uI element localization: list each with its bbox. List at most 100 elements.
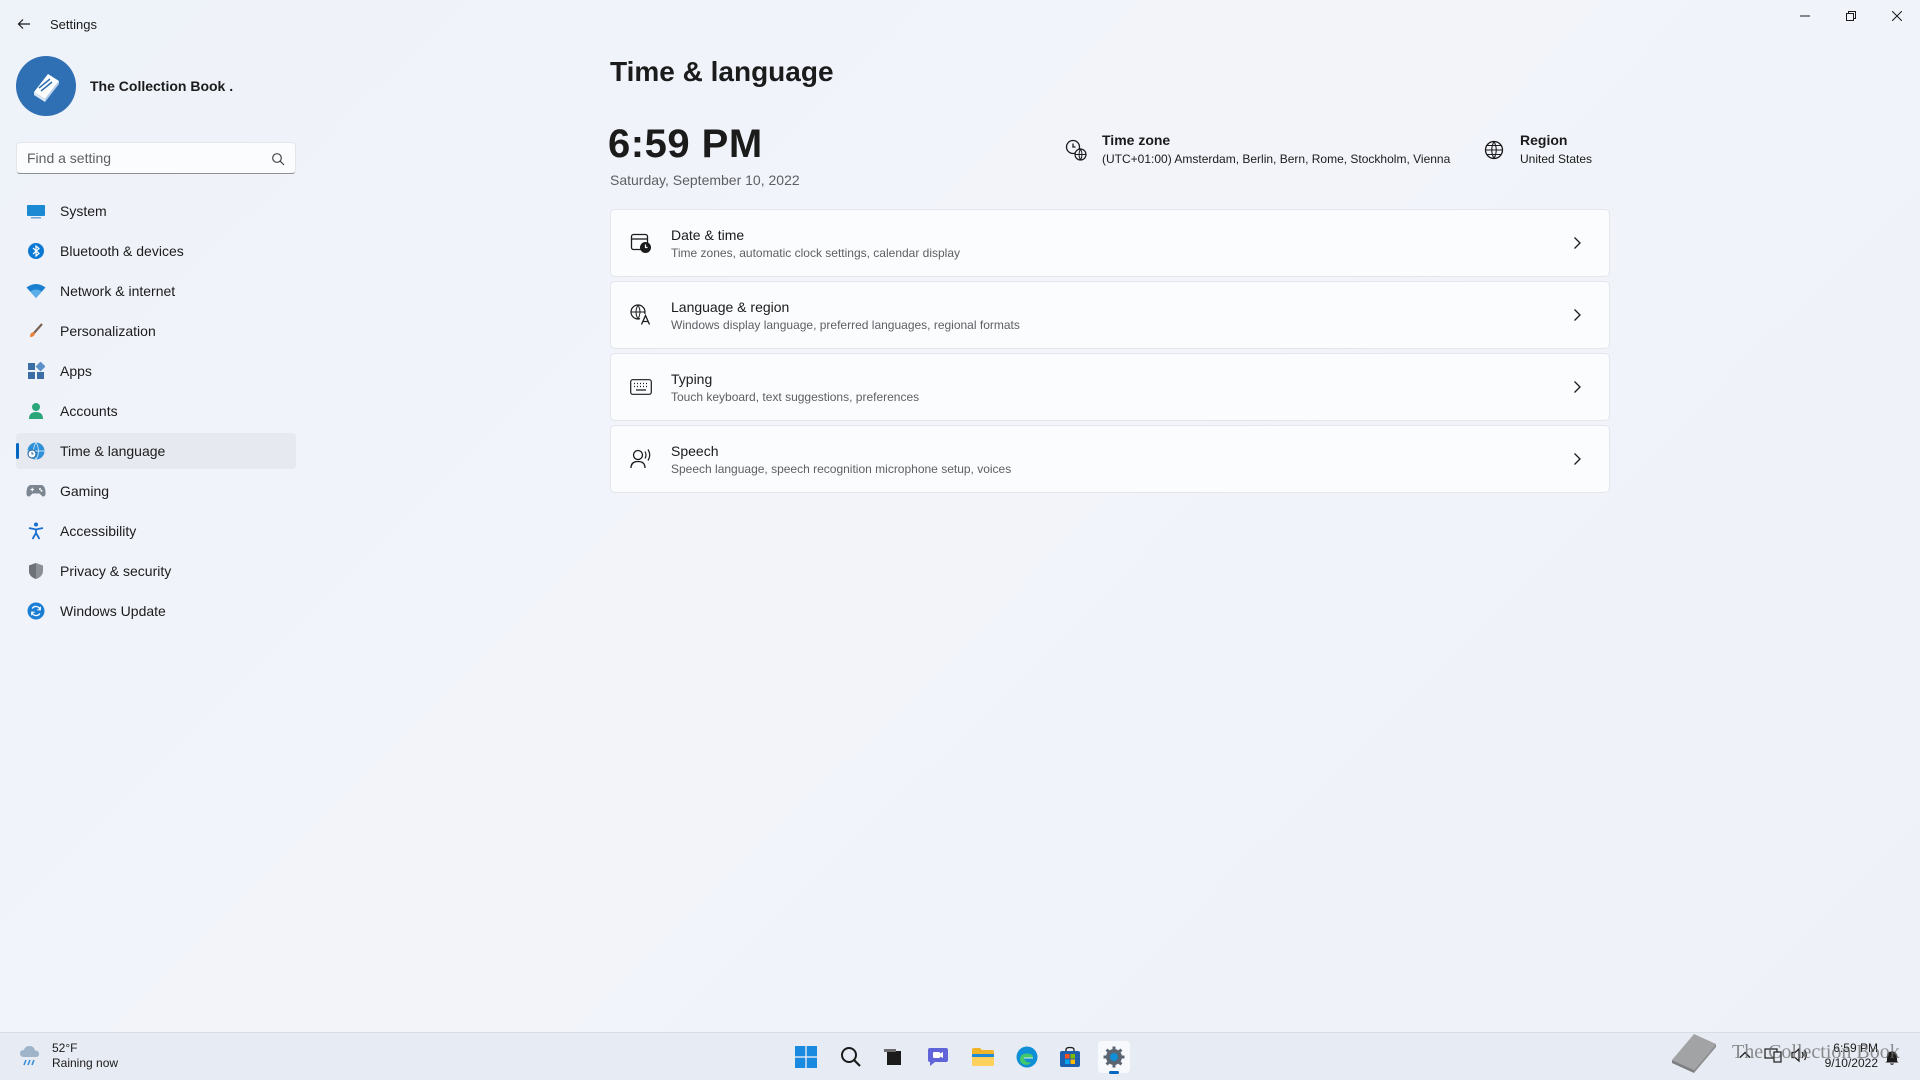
- chevron-right-icon: [1574, 309, 1581, 321]
- card-title: Language & region: [671, 298, 790, 315]
- back-arrow-icon: [17, 19, 30, 29]
- taskbar: 52°F Raining now 6:59 PM 9/10/2022: [0, 1032, 1920, 1080]
- sidebar-nav: System Bluetooth & devices Network & int…: [16, 193, 296, 633]
- update-icon: [26, 601, 46, 621]
- watermark: The Collection Book: [1668, 1030, 1900, 1074]
- sidebar-item-accessibility[interactable]: Accessibility: [16, 513, 296, 549]
- watermark-text: The Collection Book: [1732, 1040, 1900, 1063]
- weather-widget[interactable]: 52°F Raining now: [18, 1041, 118, 1071]
- sidebar-item-label: Privacy & security: [60, 563, 172, 579]
- card-subtitle: Windows display language, preferred lang…: [671, 317, 1020, 332]
- close-button[interactable]: [1874, 0, 1920, 32]
- sidebar-item-network[interactable]: Network & internet: [16, 273, 296, 309]
- task-view-icon: [884, 1049, 901, 1065]
- search-icon[interactable]: [271, 152, 285, 166]
- monitor-icon: [26, 201, 46, 221]
- speech-icon: [629, 447, 653, 471]
- card-title: Date & time: [671, 226, 745, 243]
- globe-icon: [1484, 140, 1504, 160]
- sidebar-item-bluetooth[interactable]: Bluetooth & devices: [16, 233, 296, 269]
- card-subtitle: Time zones, automatic clock settings, ca…: [671, 245, 961, 260]
- card-title: Speech: [671, 442, 719, 459]
- sidebar-item-accounts[interactable]: Accounts: [16, 393, 296, 429]
- sidebar-item-label: Accessibility: [60, 523, 137, 539]
- card-subtitle: Touch keyboard, text suggestions, prefer…: [671, 389, 920, 404]
- shield-icon: [26, 561, 46, 581]
- sidebar-item-label: System: [60, 203, 107, 219]
- start-icon: [795, 1046, 817, 1068]
- search-input[interactable]: [17, 143, 295, 173]
- task-view-button[interactable]: [877, 1041, 909, 1073]
- weather-description: Raining now: [52, 1056, 119, 1070]
- search-icon: [841, 1047, 861, 1067]
- current-date: Saturday, September 10, 2022: [610, 172, 800, 188]
- sidebar-item-label: Time & language: [60, 443, 166, 459]
- app-title: Settings: [50, 17, 97, 32]
- region-title: Region: [1520, 132, 1568, 148]
- edge-button[interactable]: [1011, 1041, 1043, 1073]
- back-button[interactable]: [12, 12, 36, 36]
- keyboard-icon: [629, 375, 653, 399]
- region-info: Region United States: [1482, 132, 1592, 166]
- sidebar-item-windows-update[interactable]: Windows Update: [16, 593, 296, 629]
- edge-icon: [1016, 1046, 1038, 1068]
- sidebar-item-label: Windows Update: [60, 603, 166, 619]
- sidebar-item-label: Personalization: [60, 323, 156, 339]
- taskbar-search-button[interactable]: [835, 1041, 867, 1073]
- time-zone-value: (UTC+01:00) Amsterdam, Berlin, Bern, Rom…: [1102, 152, 1451, 166]
- sidebar-item-label: Gaming: [60, 483, 110, 499]
- time-zone-icon: [1065, 139, 1087, 161]
- sidebar-item-label: Apps: [60, 363, 92, 379]
- weather-temperature: 52°F: [52, 1041, 78, 1055]
- gamepad-icon: [26, 481, 46, 501]
- speech-card[interactable]: Speech Speech language, speech recogniti…: [610, 425, 1610, 493]
- rain-cloud-icon: [20, 1046, 39, 1066]
- bluetooth-icon: [26, 241, 46, 261]
- book-logo-icon: [34, 74, 59, 102]
- title-bar: Settings: [0, 0, 1920, 48]
- card-title: Typing: [671, 370, 713, 387]
- calendar-clock-icon: [629, 231, 653, 255]
- file-explorer-icon: [972, 1048, 994, 1066]
- search-box[interactable]: [16, 142, 296, 174]
- sidebar-item-personalization[interactable]: Personalization: [16, 313, 296, 349]
- sidebar-item-label: Network & internet: [60, 283, 176, 299]
- avatar: [16, 56, 76, 116]
- book-watermark-icon: [1672, 1034, 1716, 1073]
- wifi-icon: [26, 281, 46, 301]
- restore-icon: [1846, 11, 1856, 21]
- time-zone-title: Time zone: [1102, 132, 1171, 148]
- language-region-card[interactable]: Language & region Windows display langua…: [610, 281, 1610, 349]
- page-title: Time & language: [610, 56, 834, 87]
- start-button[interactable]: [790, 1041, 822, 1073]
- sidebar-item-gaming[interactable]: Gaming: [16, 473, 296, 509]
- settings-taskbar-button[interactable]: [1098, 1041, 1130, 1074]
- apps-icon: [26, 361, 46, 381]
- sidebar-item-apps[interactable]: Apps: [16, 353, 296, 389]
- sidebar-item-label: Accounts: [60, 403, 118, 419]
- typing-card[interactable]: Typing Touch keyboard, text suggestions,…: [610, 353, 1610, 421]
- sidebar-item-time-language[interactable]: Time & language: [16, 433, 296, 469]
- store-icon: [1060, 1046, 1080, 1067]
- date-time-card[interactable]: Date & time Time zones, automatic clock …: [610, 209, 1610, 277]
- language-icon: [629, 303, 653, 327]
- chevron-right-icon: [1574, 453, 1581, 465]
- store-button[interactable]: [1054, 1041, 1086, 1073]
- restore-button[interactable]: [1828, 0, 1874, 32]
- region-value: United States: [1520, 152, 1593, 166]
- chat-icon: [928, 1048, 948, 1066]
- minimize-button[interactable]: [1782, 0, 1828, 32]
- chevron-right-icon: [1574, 381, 1581, 393]
- user-profile[interactable]: The Collection Book .: [16, 56, 233, 116]
- file-explorer-button[interactable]: [967, 1041, 999, 1073]
- person-icon: [26, 401, 46, 421]
- sidebar-item-system[interactable]: System: [16, 193, 296, 229]
- settings-icon: [1103, 1046, 1125, 1068]
- sidebar-item-label: Bluetooth & devices: [60, 243, 184, 259]
- minimize-icon: [1800, 15, 1810, 17]
- chevron-right-icon: [1574, 237, 1581, 249]
- chat-button[interactable]: [922, 1041, 954, 1073]
- globe-clock-icon: [26, 441, 46, 461]
- close-icon: [1892, 11, 1902, 21]
- sidebar-item-privacy[interactable]: Privacy & security: [16, 553, 296, 589]
